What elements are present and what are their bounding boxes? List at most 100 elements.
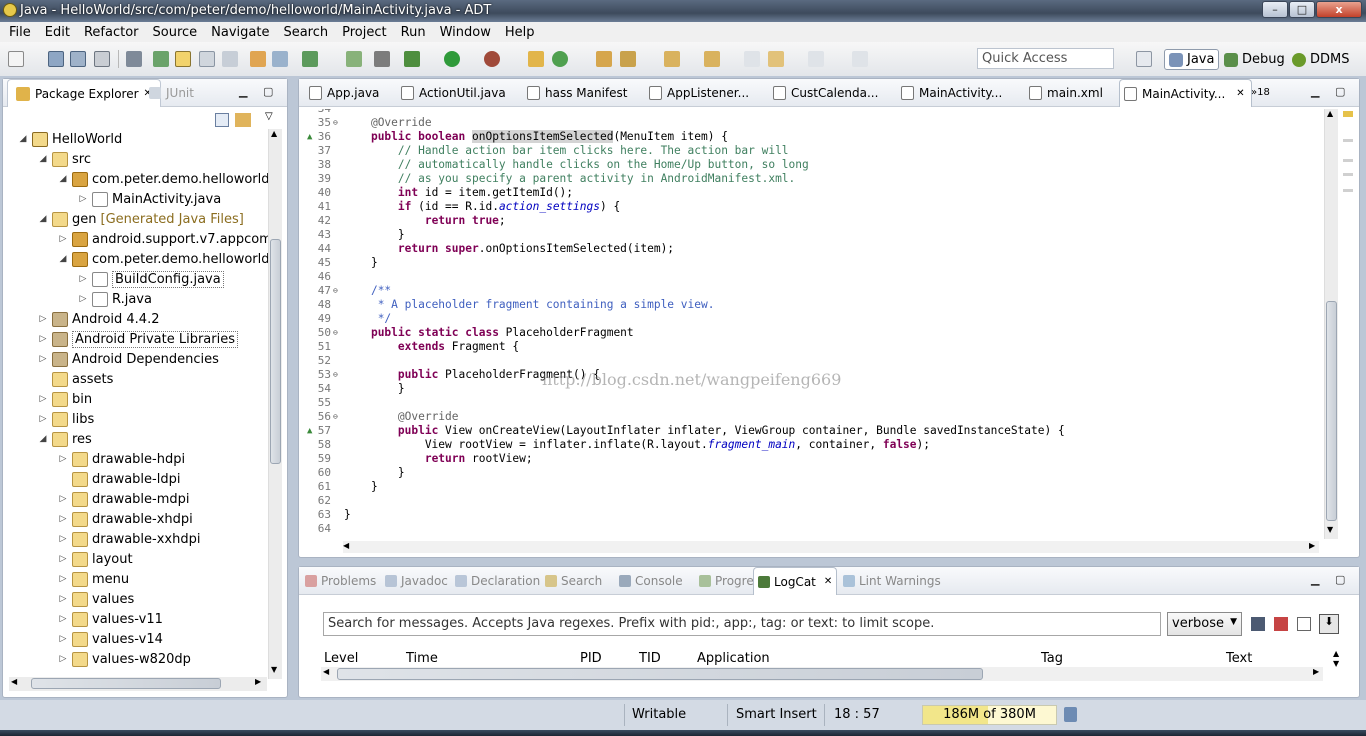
- column-text[interactable]: Text: [1226, 651, 1252, 666]
- column-tag[interactable]: Tag: [1041, 651, 1063, 666]
- logcat-search-input[interactable]: Search for messages. Accepts Java regexe…: [323, 612, 1161, 636]
- tab-problems[interactable]: Problems: [305, 567, 376, 595]
- tree-item-com-peter-demo-helloworld[interactable]: ◢ com.peter.demo.helloworld: [57, 169, 270, 189]
- next-annotation-icon[interactable]: [250, 51, 266, 67]
- column-level[interactable]: Level: [324, 651, 358, 666]
- collapsed-twisty-icon[interactable]: ▷: [57, 574, 69, 584]
- menu-file[interactable]: File: [2, 25, 38, 40]
- expanded-twisty-icon[interactable]: ◢: [37, 154, 49, 164]
- menu-source[interactable]: Source: [146, 25, 205, 40]
- window-title-bar[interactable]: Java - HelloWorld/src/com/peter/demo/hel…: [0, 0, 1366, 22]
- new-class-icon[interactable]: [552, 51, 568, 67]
- code-line[interactable]: 52: [299, 354, 1319, 368]
- code-line[interactable]: 58 View rootView = inflater.inflate(R.la…: [299, 438, 1319, 452]
- expanded-twisty-icon[interactable]: ◢: [57, 254, 69, 264]
- log-level-select[interactable]: verbose ▼: [1167, 612, 1242, 636]
- tree-item-drawable-xhdpi[interactable]: ▷ drawable-xhdpi: [57, 509, 193, 529]
- open-perspective-icon[interactable]: [1136, 51, 1152, 67]
- toggle-filter-panel-icon[interactable]: [1297, 617, 1311, 631]
- tree-item-android-dependencies[interactable]: ▷ Android Dependencies: [37, 349, 219, 369]
- editor-tab-hass-manifest[interactable]: hass Manifest: [523, 79, 634, 107]
- tree-item-drawable-mdpi[interactable]: ▷ drawable-mdpi: [57, 489, 190, 509]
- tab-declaration[interactable]: Declaration: [455, 567, 540, 595]
- code-line[interactable]: 51 extends Fragment {: [299, 340, 1319, 354]
- show-whitespace-icon[interactable]: [222, 51, 238, 67]
- maximize-button[interactable]: □: [1289, 1, 1315, 18]
- expanded-twisty-icon[interactable]: ◢: [37, 214, 49, 224]
- heap-status[interactable]: 186M of 380M: [922, 705, 1057, 725]
- scroll-up-icon[interactable]: ▲: [271, 129, 277, 138]
- tree-item-r-java[interactable]: ▷ R.java: [77, 289, 152, 309]
- new-icon[interactable]: [8, 51, 24, 67]
- menu-project[interactable]: Project: [335, 25, 393, 40]
- tree-item-com-peter-demo-helloworld[interactable]: ◢ com.peter.demo.helloworld: [57, 249, 270, 269]
- minimize-view-icon[interactable]: ▁: [239, 85, 247, 98]
- logcat-horizontal-scrollbar[interactable]: ◀ ▶: [321, 667, 1323, 681]
- menu-refactor[interactable]: Refactor: [77, 25, 146, 40]
- save-all-icon[interactable]: [70, 51, 86, 67]
- column-application[interactable]: Application: [697, 651, 770, 666]
- fold-toggle-icon[interactable]: ⊖: [333, 116, 338, 130]
- tree-item-values-v11[interactable]: ▷ values-v11: [57, 609, 163, 629]
- editor-tab-mainactivity[interactable]: MainActivity...: [897, 79, 1008, 107]
- editor-scroll-down-icon[interactable]: ▼: [1327, 525, 1333, 534]
- tree-item-src[interactable]: ◢ src: [37, 149, 91, 169]
- fold-toggle-icon[interactable]: ⊖: [333, 410, 338, 424]
- code-line[interactable]: 61 }: [299, 480, 1319, 494]
- editor-tab-applistener[interactable]: AppListener...: [645, 79, 755, 107]
- tree-item-android-support-v7-appcomp[interactable]: ▷ android.support.v7.appcomp: [57, 229, 271, 249]
- forward-icon[interactable]: [808, 51, 824, 67]
- maximize-view-icon[interactable]: ▢: [263, 85, 273, 98]
- previous-edit-icon[interactable]: [704, 51, 720, 67]
- column-pid[interactable]: PID: [580, 651, 602, 666]
- code-line[interactable]: 50 ⊖ public static class PlaceholderFragm…: [299, 326, 1319, 340]
- code-line[interactable]: 64: [299, 522, 1319, 536]
- open-type-icon[interactable]: [153, 51, 169, 67]
- collapsed-twisty-icon[interactable]: ▷: [57, 554, 69, 564]
- close-tab-icon[interactable]: ✕: [824, 576, 832, 587]
- last-edit-location-icon[interactable]: [744, 51, 760, 67]
- code-editor[interactable]: 3435⊖ @Override36▲ public boolean onOpti…: [299, 109, 1324, 541]
- code-line[interactable]: 59 return rootView;: [299, 452, 1319, 466]
- android-sdk-manager-icon[interactable]: [126, 51, 142, 67]
- tree-item-values-v14[interactable]: ▷ values-v14: [57, 629, 163, 649]
- open-folder-icon[interactable]: [596, 51, 612, 67]
- next-edit-icon[interactable]: [664, 51, 680, 67]
- save-log-icon[interactable]: [1251, 617, 1265, 631]
- collapsed-twisty-icon[interactable]: ▷: [37, 354, 49, 364]
- scroll-left-icon[interactable]: ◀: [11, 677, 17, 686]
- perspective-ddms[interactable]: DDMS: [1292, 49, 1350, 70]
- tree-hscroll-thumb[interactable]: [31, 678, 221, 689]
- editor-tab-actionutil-java[interactable]: ActionUtil.java: [397, 79, 512, 107]
- expanded-twisty-icon[interactable]: ◢: [17, 134, 29, 144]
- run-icon[interactable]: [444, 51, 460, 67]
- collapsed-twisty-icon[interactable]: ▷: [37, 334, 49, 344]
- editor-vertical-scrollbar[interactable]: ▲ ▼: [1324, 109, 1338, 539]
- quick-access-input[interactable]: Quick Access: [977, 48, 1114, 69]
- code-line[interactable]: 34: [299, 109, 1319, 116]
- code-line[interactable]: 40 int id = item.getItemId();: [299, 186, 1319, 200]
- editor-maximize-icon[interactable]: ▢: [1335, 85, 1345, 98]
- collapsed-twisty-icon[interactable]: ▷: [77, 274, 89, 284]
- view-menu-icon[interactable]: ▽: [265, 111, 273, 122]
- tab-search[interactable]: Search: [545, 567, 602, 595]
- collapse-all-icon[interactable]: [215, 113, 229, 127]
- tree-item-android-private-libraries[interactable]: ▷ Android Private Libraries: [37, 329, 238, 349]
- collapsed-twisty-icon[interactable]: ▷: [57, 494, 69, 504]
- menu-edit[interactable]: Edit: [38, 25, 77, 40]
- tab-package-explorer[interactable]: Package Explorer ✕: [7, 79, 161, 107]
- code-line[interactable]: 37 // Handle action bar item clicks here…: [299, 144, 1319, 158]
- overview-ruler[interactable]: [1343, 111, 1355, 531]
- back-icon[interactable]: [768, 51, 784, 67]
- menu-navigate[interactable]: Navigate: [204, 25, 276, 40]
- editor-vscroll-thumb[interactable]: [1326, 301, 1337, 521]
- column-time[interactable]: Time: [406, 651, 438, 666]
- external-tools-icon[interactable]: [484, 51, 500, 67]
- tab-logcat[interactable]: LogCat ✕: [753, 567, 838, 595]
- save-icon[interactable]: [48, 51, 64, 67]
- tree-item-values[interactable]: ▷ values: [57, 589, 134, 609]
- tree-item-bin[interactable]: ▷ bin: [37, 389, 92, 409]
- collapsed-twisty-icon[interactable]: ▷: [37, 414, 49, 424]
- collapsed-twisty-icon[interactable]: ▷: [57, 234, 69, 244]
- code-line[interactable]: 47 ⊖ /**: [299, 284, 1319, 298]
